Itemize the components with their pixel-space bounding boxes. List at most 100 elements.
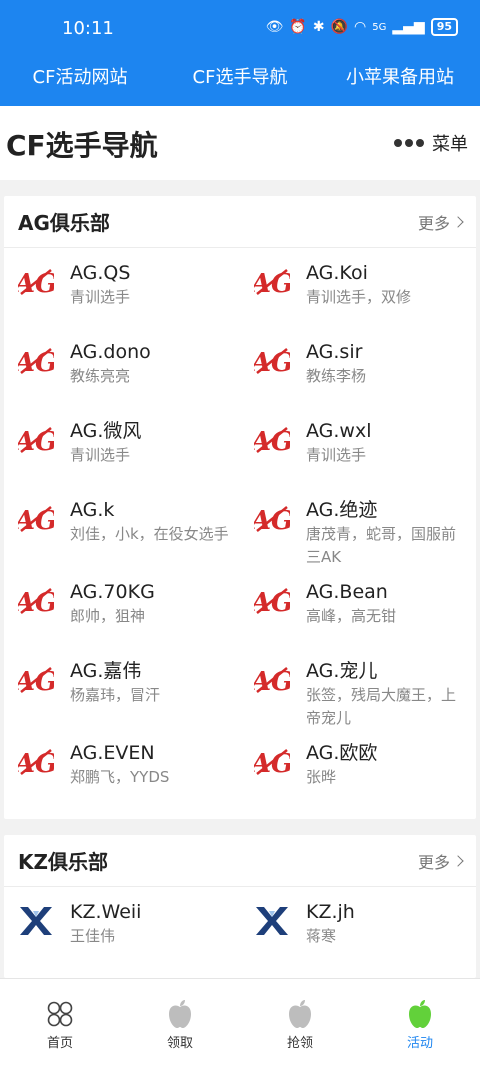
chevron-right-icon	[452, 215, 464, 228]
eye-icon: 👁	[265, 19, 284, 35]
player-info: AG.Bean 高峰，高无钳	[306, 579, 468, 628]
player-info: AG.Koi 青训选手，双修	[306, 260, 468, 309]
player-desc: 蒋寒	[306, 927, 337, 945]
more-link[interactable]: 更多	[417, 210, 464, 234]
nav-cf-activity-site[interactable]: CF活动网站	[0, 58, 160, 106]
tab-grab[interactable]: 抢领	[240, 979, 360, 1067]
player-name: AG.Koi	[306, 262, 368, 284]
player-desc: 青训选手，双修	[306, 288, 412, 306]
content-scroll[interactable]: AG俱乐部更多AGAG.QS青训选手AGAG.Koi青训选手，双修AGAG.do…	[0, 196, 480, 978]
ag-logo-icon: AG	[12, 501, 57, 537]
player-item[interactable]: AG AG.宠儿张签，残局大魔王，上帝宠儿	[240, 658, 476, 740]
kz-logo-icon	[254, 903, 290, 939]
ag-logo-icon: AG	[12, 343, 57, 379]
bottom-tab-bar: 首页 领取 抢领 活动	[0, 978, 480, 1067]
wifi-icon: ◠	[354, 19, 367, 35]
player-desc: 刘佳，小k，在役女选手	[70, 525, 229, 543]
player-name: AG.k	[70, 499, 115, 521]
player-item[interactable]: AG AG.k 刘佳，小k，在役女选手	[4, 497, 240, 579]
player-item[interactable]: AG AG.嘉伟杨嘉玮，冒汗	[4, 658, 240, 740]
player-info: AG.k 刘佳，小k，在役女选手	[70, 497, 232, 546]
nav-backup-site[interactable]: 小苹果备用站	[320, 58, 480, 106]
player-item[interactable]: AG AG.绝迹唐茂青，蛇哥，国服前三AK	[240, 497, 476, 579]
player-desc: 杨嘉玮，冒汗	[70, 686, 161, 704]
status-time: 10:11	[62, 18, 114, 39]
status-icons: 👁 ⏰ ✱ 🔕 ◠ 5G ▂▄▆ 95	[266, 18, 458, 36]
player-item[interactable]: AG AG.微风青训选手	[4, 418, 240, 497]
player-item[interactable]: AG AG.70KG 郎帅，狙神	[4, 579, 240, 658]
player-item[interactable]: AG AG.Bean 高峰，高无钳	[240, 579, 476, 658]
section-title: KZ俱乐部	[18, 850, 108, 874]
player-item[interactable]: AG AG.EVEN 郑鹏飞，YYDS	[4, 740, 240, 819]
section-title: AG俱乐部	[18, 211, 110, 235]
player-desc: 王佳伟	[70, 927, 116, 945]
grid-icon	[47, 1001, 73, 1027]
player-info: AG.wxl 青训选手	[306, 418, 468, 467]
section-ag-club: AG俱乐部 更多 AG AG.QS 青训选手 AG AG.Koi 青训选手，双修 AG AG.do…	[4, 196, 476, 819]
more-label: 更多	[417, 852, 450, 872]
nav-cf-player-nav[interactable]: CF选手导航	[160, 58, 320, 106]
player-item[interactable]: AG AG.dono 教练亮亮	[4, 339, 240, 418]
battery-indicator: 95	[430, 18, 458, 36]
tab-grab-label: 抢领	[286, 1036, 313, 1051]
tab-activity[interactable]: 活动	[360, 979, 480, 1067]
more-dots-icon	[394, 139, 424, 147]
tab-claim[interactable]: 领取	[120, 979, 240, 1067]
page-header: CF选手导航 菜单	[0, 106, 480, 180]
player-item[interactable]: AG AG.QS 青训选手	[4, 260, 240, 339]
ag-logo-icon: AG	[248, 264, 293, 300]
player-info: AG.dono 教练亮亮	[70, 339, 232, 388]
player-grid: AGAG.QS青训选手AGAG.Koi青训选手，双修AGAG.dono教练亮亮A…	[4, 248, 476, 819]
player-info: AG.QS 青训选手	[70, 260, 232, 309]
player-desc: 高峰，高无钳	[306, 607, 397, 625]
more-label: 更多	[417, 213, 450, 233]
ag-logo-icon: AG	[12, 264, 57, 300]
ag-logo-icon: AG	[248, 662, 293, 698]
player-desc: 青训选手	[70, 446, 131, 464]
player-item[interactable]: KZ.Weii 王佳伟	[4, 899, 240, 978]
tab-home[interactable]: 首页	[0, 979, 120, 1067]
chevron-right-icon	[452, 854, 464, 867]
player-item[interactable]: AG AG.Koi 青训选手，双修	[240, 260, 476, 339]
player-name: AG.70KG	[70, 581, 155, 603]
ag-logo-icon: AG	[12, 422, 57, 458]
tab-claim-label: 领取	[166, 1036, 193, 1051]
player-info: AG.欧欧 张晔	[306, 740, 468, 789]
player-item[interactable]: AG AG.sir 教练李杨	[240, 339, 476, 418]
section-kz-club: KZ俱乐部 更多 KZ.Weii 王佳伟 KZ.jh 蒋寒	[4, 835, 476, 978]
mute-icon: 🔕	[330, 19, 349, 35]
player-info: KZ.jh 蒋寒	[306, 899, 468, 948]
ag-logo-icon: AG	[248, 744, 293, 780]
kz-logo-icon	[18, 903, 54, 939]
player-desc: 教练李杨	[306, 367, 367, 385]
player-info: AG.sir 教练李杨	[306, 339, 468, 388]
player-item[interactable]: AG AG.欧欧张晔	[240, 740, 476, 819]
player-item[interactable]: KZ.jh 蒋寒	[240, 899, 476, 978]
apple-green-icon	[409, 1000, 431, 1028]
player-info: AG.微风青训选手	[70, 418, 232, 467]
status-bar: 10:11 👁 ⏰ ✱ 🔕 ◠ 5G ▂▄▆ 95	[0, 0, 480, 58]
player-info: AG.宠儿 张签，残局大魔王，上帝宠儿	[306, 658, 468, 730]
player-name: AG.微风	[70, 420, 142, 442]
signal-icon: 5G	[372, 21, 387, 33]
signal-bars-icon: ▂▄▆	[392, 19, 425, 35]
player-name: AG.绝迹	[306, 499, 378, 521]
player-name: AG.sir	[306, 341, 363, 363]
top-nav: CF活动网站 CF选手导航 小苹果备用站	[0, 58, 480, 106]
ag-logo-icon: AG	[248, 343, 293, 379]
player-desc: 郑鹏飞，YYDS	[70, 768, 170, 786]
player-info: AG.嘉伟 杨嘉玮，冒汗	[70, 658, 232, 707]
player-name: AG.宠儿	[306, 660, 378, 682]
player-name: AG.Bean	[306, 581, 388, 603]
ag-logo-icon: AG	[12, 662, 57, 698]
player-item[interactable]: AG AG.wxl 青训选手	[240, 418, 476, 497]
ag-logo-icon: AG	[248, 583, 293, 619]
tab-home-label: 首页	[46, 1036, 73, 1051]
player-name: KZ.jh	[306, 901, 355, 923]
player-name: KZ.Weii	[70, 901, 142, 923]
more-link[interactable]: 更多	[417, 849, 464, 873]
menu-button[interactable]: 菜单	[394, 130, 468, 156]
player-desc: 青训选手	[70, 288, 131, 306]
section-header: KZ俱乐部 更多	[4, 835, 476, 887]
alarm-icon: ⏰	[289, 19, 307, 35]
